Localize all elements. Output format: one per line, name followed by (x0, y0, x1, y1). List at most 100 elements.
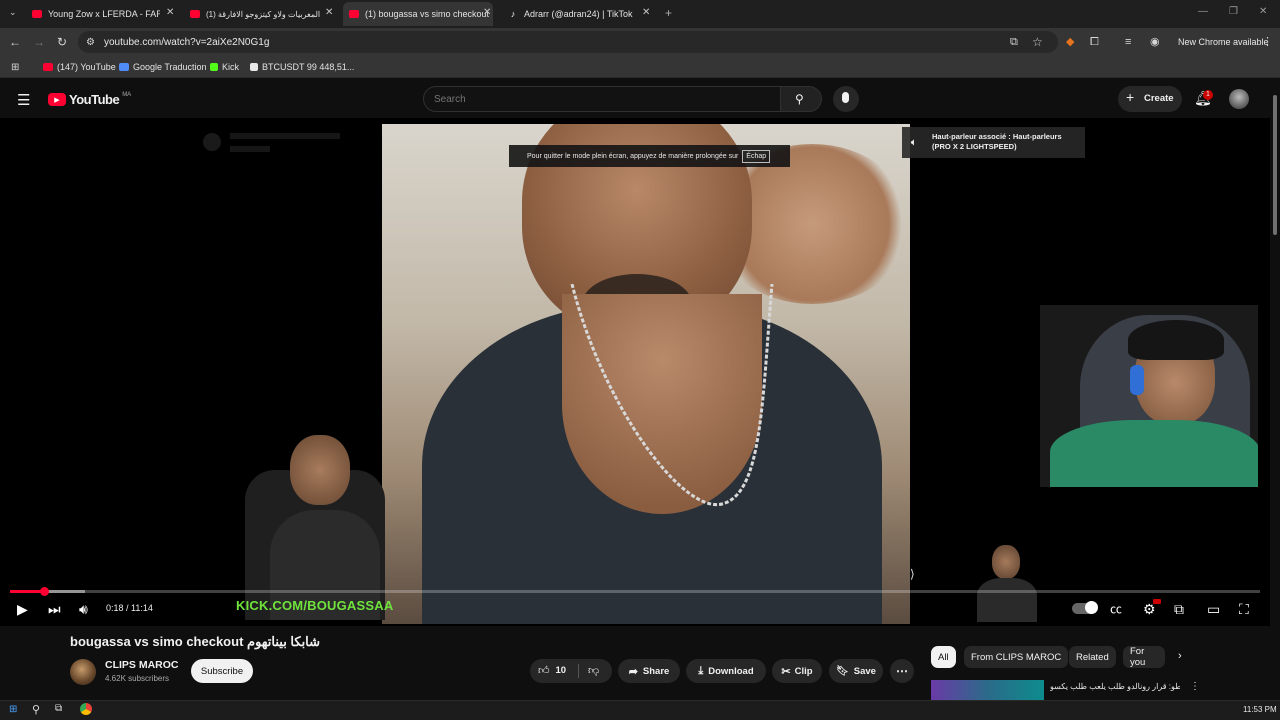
voice-search-button[interactable] (833, 86, 859, 112)
new-chrome-available-button[interactable]: New Chrome available (1178, 37, 1269, 47)
create-label: Create (1144, 93, 1174, 104)
autoplay-knob (1085, 601, 1098, 614)
fullscreen-icon[interactable]: ⛶ (1239, 602, 1249, 616)
extensions-puzzle-icon[interactable]: ⧠ (1090, 34, 1099, 50)
browser-tab[interactable]: ♪ Adrarr (@adran24) | TikTok (508, 4, 638, 24)
minimize-icon[interactable]: — (1198, 6, 1208, 17)
channel-avatar[interactable] (70, 659, 96, 685)
bookmark-save-icon: 🔖︎ (836, 665, 849, 677)
streamer-small-body (977, 578, 1037, 622)
volume-icon[interactable]: 🔊︎ (79, 602, 88, 616)
bookmark-label: Google Traduction (133, 62, 207, 72)
back-icon[interactable]: ← (9, 34, 21, 50)
progress-scrubber[interactable] (39, 587, 49, 596)
download-button[interactable]: ⤓ Download (686, 659, 766, 683)
new-tab-icon[interactable]: + (665, 6, 672, 20)
chips-next-chevron-icon[interactable]: › (1178, 650, 1182, 662)
reload-icon[interactable]: ↻ (57, 34, 67, 50)
plus-icon: + (1126, 89, 1135, 105)
settings-gear-icon[interactable]: ⚙ (1143, 602, 1156, 616)
like-button[interactable]: 👍︎ 10 (538, 664, 566, 677)
taskbar-clock: 11:53 PM (1243, 705, 1277, 714)
bookmark-btcusdt[interactable]: BTCUSDT 99 448,51... (250, 62, 354, 72)
browser-tab-active[interactable]: (1) bougassa vs simo checkout (343, 2, 493, 26)
speaker-icon: 🔈︎ (911, 137, 917, 147)
taskbar-search-icon[interactable]: ⚲ (32, 703, 40, 716)
kick-bookmark-icon (210, 63, 218, 71)
next-video-icon[interactable]: ⏭︎ (48, 602, 61, 616)
install-app-icon[interactable]: ⧉ (1010, 34, 1018, 50)
task-view-icon[interactable]: ⧉ (55, 703, 62, 714)
streamer-right-cam (1040, 305, 1258, 487)
save-label: Save (853, 665, 876, 677)
youtube-favicon-icon (32, 10, 42, 18)
related-title[interactable]: طوطو: قرار رونالدو طلب يلعب طلب يكسو... (1050, 682, 1180, 691)
streamer-left-head (290, 435, 350, 505)
bookmark-star-icon[interactable]: ☆ (1032, 34, 1043, 50)
bookmark-google-traduction[interactable]: Google Traduction (119, 62, 207, 72)
reading-list-icon[interactable]: ≡ (1125, 34, 1131, 50)
forward-icon[interactable]: → (33, 34, 45, 50)
extension-fox-icon[interactable]: ◆ (1066, 34, 1074, 50)
browser-tab[interactable]: Young Zow x LFERDA - FARIHA (32, 4, 160, 24)
miniplayer-icon[interactable]: ⧉ (1174, 602, 1184, 616)
windows-start-icon[interactable]: ⊞ (9, 704, 17, 715)
bookmark-kick[interactable]: Kick (210, 62, 239, 72)
close-tab-icon[interactable]: ✕ (483, 8, 491, 18)
subscribe-button[interactable]: Subscribe (191, 659, 253, 683)
bookmark-youtube[interactable]: (147) YouTube (43, 62, 116, 72)
close-tab-icon[interactable]: ✕ (325, 8, 333, 18)
filter-chip-for-you[interactable]: For you (1123, 646, 1165, 668)
clip-label: Clip (794, 665, 813, 677)
filter-chip-related[interactable]: Related (1069, 646, 1116, 668)
play-icon[interactable]: ▶ (17, 602, 28, 616)
more-actions-button[interactable]: ⋯ (890, 659, 914, 683)
subscriber-count: 4.62K subscribers (105, 674, 170, 683)
share-button[interactable]: ➦ Share (618, 659, 680, 683)
clip-button[interactable]: ✂ Clip (772, 659, 822, 683)
close-tab-icon[interactable]: ✕ (642, 8, 650, 18)
youtube-bookmark-icon (43, 63, 53, 71)
progress-bar[interactable] (10, 590, 1260, 593)
site-info-icon[interactable]: ⚙ (86, 35, 95, 51)
microphone-icon (842, 92, 849, 103)
chrome-menu-icon[interactable]: ⋮ (1262, 34, 1273, 50)
windows-taskbar (0, 700, 1280, 720)
country-code: MA (122, 91, 132, 98)
account-avatar[interactable] (1229, 89, 1249, 109)
close-tab-icon[interactable]: ✕ (166, 8, 174, 18)
search-input[interactable] (424, 87, 764, 111)
filter-chip-all[interactable]: All (931, 646, 956, 668)
video-frame (382, 124, 910, 624)
youtube-logo-text: YouTube (69, 92, 120, 107)
video-chain (570, 284, 774, 507)
restore-icon[interactable]: ❐ (1229, 6, 1238, 17)
download-label: Download (708, 665, 754, 677)
search-box[interactable] (423, 86, 781, 112)
browser-tab[interactable]: (1) المغربيات ولاو كيتزوجو الافارقة (190, 4, 322, 24)
youtube-logo[interactable]: ▶ YouTube MA (48, 92, 131, 107)
scrollbar-thumb[interactable] (1273, 95, 1277, 235)
channel-name[interactable]: CLIPS MAROC (105, 659, 179, 671)
next-chevron-icon[interactable]: ⟩ (910, 567, 915, 581)
captions-icon[interactable]: ㏄ (1110, 602, 1122, 616)
create-button[interactable]: + Create (1118, 86, 1182, 112)
download-icon: ⤓ (698, 664, 704, 677)
related-thumbnail[interactable] (931, 680, 1044, 700)
apps-grid-icon[interactable]: ⊞ (11, 60, 19, 76)
url-text[interactable]: youtube.com/watch?v=2aiXe2N0G1g (104, 37, 269, 48)
guide-menu-icon[interactable]: ☰ (17, 91, 30, 109)
bookmark-label: Kick (222, 62, 240, 72)
profile-icon[interactable]: ◉ (1150, 34, 1160, 50)
search-icon: ⚲ (795, 92, 804, 106)
theater-mode-icon[interactable]: ▭ (1207, 602, 1220, 616)
thumbs-down-icon[interactable]: 👎︎ (588, 664, 599, 677)
filter-chip-from-channel[interactable]: From CLIPS MAROC (964, 646, 1069, 668)
close-window-icon[interactable]: ✕ (1259, 6, 1267, 17)
tab-search-chevron-icon[interactable]: ⌄ (9, 7, 17, 18)
search-button[interactable]: ⚲ (780, 86, 822, 112)
chrome-taskbar-icon[interactable] (80, 703, 92, 715)
youtube-favicon-icon (190, 10, 200, 18)
save-button[interactable]: 🔖︎ Save (829, 659, 883, 683)
related-more-icon[interactable]: ⋮ (1190, 681, 1200, 692)
